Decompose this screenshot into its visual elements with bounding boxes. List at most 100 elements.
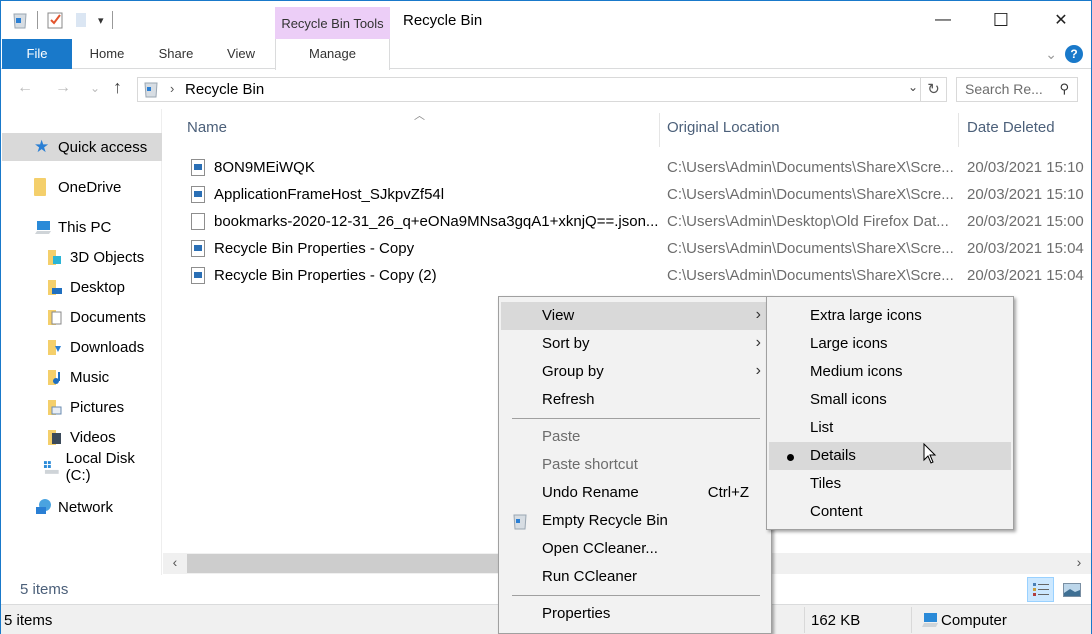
music-folder-icon xyxy=(48,370,60,385)
close-button[interactable]: ✕ xyxy=(1031,1,1091,39)
address-bar[interactable]: › Recycle Bin ⌄ ↻ xyxy=(137,77,947,102)
view-option-details[interactable]: Details xyxy=(769,442,1011,470)
search-input[interactable] xyxy=(965,81,1055,97)
context-menu: View › Sort by › Group by › Refresh Past… xyxy=(498,296,772,634)
sidebar-item-3d-objects[interactable]: 3D Objects xyxy=(2,243,162,271)
status-location: Computer xyxy=(941,612,1007,629)
column-header-date-deleted[interactable]: Date Deleted xyxy=(967,119,1055,141)
menu-item-empty-recycle-bin[interactable]: Empty Recycle Bin xyxy=(501,507,769,535)
file-date-deleted: 20/03/2021 15:04 xyxy=(967,240,1084,257)
onedrive-folder-icon xyxy=(34,178,46,196)
file-row[interactable]: 8ON9MEiWQK C:\Users\Admin\Documents\Shar… xyxy=(187,154,1091,181)
file-name: bookmarks-2020-12-31_26_q+eONa9MNsa3gqA1… xyxy=(214,213,659,230)
menu-item-label: List xyxy=(810,419,834,436)
column-header-name[interactable]: Name xyxy=(187,119,227,141)
help-icon[interactable]: ? xyxy=(1065,45,1083,63)
file-date-deleted: 20/03/2021 15:00 xyxy=(967,213,1084,230)
view-option-small-icons[interactable]: Small icons xyxy=(769,386,1011,414)
file-row[interactable]: Recycle Bin Properties - Copy C:\Users\A… xyxy=(187,235,1091,262)
search-box[interactable]: ⚲ xyxy=(956,77,1078,102)
large-icons-view-button[interactable] xyxy=(1058,577,1085,602)
view-option-medium-icons[interactable]: Medium icons xyxy=(769,358,1011,386)
view-option-large-icons[interactable]: Large icons xyxy=(769,330,1011,358)
submenu-arrow-icon: › xyxy=(755,362,761,379)
file-name: 8ON9MEiWQK xyxy=(214,159,315,176)
blank-file-icon xyxy=(191,213,205,230)
sidebar-item-label: Documents xyxy=(70,308,146,326)
menu-item-run-ccleaner[interactable]: Run CCleaner xyxy=(501,563,769,591)
sidebar-item-desktop[interactable]: Desktop xyxy=(2,273,162,301)
forward-button[interactable]: → xyxy=(55,79,71,97)
sidebar-item-documents[interactable]: Documents xyxy=(2,303,162,331)
menu-item-label: Refresh xyxy=(542,391,595,408)
details-view-button[interactable] xyxy=(1027,577,1054,602)
column-separator[interactable] xyxy=(958,113,959,147)
breadcrumb-separator-icon: › xyxy=(170,81,175,96)
column-separator[interactable] xyxy=(659,113,660,147)
search-icon[interactable]: ⚲ xyxy=(1059,81,1069,97)
documents-folder-icon xyxy=(48,310,62,325)
sidebar-item-onedrive[interactable]: OneDrive xyxy=(2,173,162,201)
sidebar-item-local-disk[interactable]: Local Disk (C:) xyxy=(2,450,162,484)
breadcrumb-recycle-bin[interactable]: Recycle Bin xyxy=(185,81,264,98)
file-row[interactable]: ApplicationFrameHost_SJkpvZf54l C:\Users… xyxy=(187,181,1091,208)
menu-item-group-by[interactable]: Group by › xyxy=(501,358,769,386)
qat-separator xyxy=(37,11,38,29)
address-dropdown-icon[interactable]: ⌄ xyxy=(908,80,918,94)
menu-item-open-ccleaner[interactable]: Open CCleaner... xyxy=(501,535,769,563)
menu-item-label: View xyxy=(542,307,575,324)
recent-locations-button[interactable]: ⌄ xyxy=(90,81,100,95)
tab-view[interactable]: View xyxy=(213,39,269,69)
view-option-tiles[interactable]: Tiles xyxy=(769,470,1011,498)
image-file-icon xyxy=(191,240,205,257)
file-row[interactable]: Recycle Bin Properties - Copy (2) C:\Use… xyxy=(187,262,1091,289)
view-option-extra-large-icons[interactable]: Extra large icons xyxy=(769,302,1011,330)
menu-item-label: Paste shortcut xyxy=(542,456,638,473)
menu-item-sort-by[interactable]: Sort by › xyxy=(501,330,769,358)
menu-item-label: Large icons xyxy=(810,335,888,352)
tab-manage[interactable]: Manage xyxy=(275,39,390,70)
minimize-button[interactable]: — xyxy=(913,1,973,39)
scroll-right-icon[interactable]: › xyxy=(1069,554,1089,570)
sidebar-item-videos[interactable]: Videos xyxy=(2,423,162,451)
sidebar-item-music[interactable]: Music xyxy=(2,363,162,391)
file-date-deleted: 20/03/2021 15:10 xyxy=(967,159,1084,176)
back-button[interactable]: ← xyxy=(17,79,33,97)
sidebar-item-this-pc[interactable]: This PC xyxy=(2,213,162,241)
scroll-left-icon[interactable]: ‹ xyxy=(165,554,185,570)
new-folder-icon[interactable] xyxy=(72,11,90,29)
sidebar-item-network[interactable]: Network xyxy=(2,493,162,521)
sidebar-item-label: Videos xyxy=(70,428,116,446)
maximize-button[interactable]: ☐ xyxy=(971,1,1031,39)
menu-item-properties[interactable]: Properties xyxy=(501,600,769,628)
refresh-button[interactable]: ↻ xyxy=(920,78,946,101)
sidebar-item-quick-access[interactable]: ★ Quick access xyxy=(2,133,162,161)
customize-qat-icon[interactable]: ▾ xyxy=(98,14,104,27)
tab-share[interactable]: Share xyxy=(147,39,205,69)
view-toggles xyxy=(1027,577,1085,602)
recycle-bin-icon xyxy=(144,82,158,98)
view-option-content[interactable]: Content xyxy=(769,498,1011,526)
properties-checkbox-icon[interactable] xyxy=(46,11,64,29)
scrollbar-thumb[interactable] xyxy=(187,554,507,573)
qat-separator xyxy=(111,11,113,29)
menu-item-undo-rename[interactable]: Undo Rename Ctrl+Z xyxy=(501,479,769,507)
column-header-original-location[interactable]: Original Location xyxy=(667,119,780,141)
menu-item-paste-shortcut: Paste shortcut xyxy=(501,451,769,479)
file-row[interactable]: bookmarks-2020-12-31_26_q+eONa9MNsa3gqA1… xyxy=(187,208,1091,235)
view-option-list[interactable]: List xyxy=(769,414,1011,442)
desktop-folder-icon xyxy=(48,280,62,295)
image-file-icon xyxy=(191,186,205,203)
expand-ribbon-icon[interactable]: ⌄ xyxy=(1045,46,1057,63)
tab-file[interactable]: File xyxy=(2,39,72,69)
menu-item-view[interactable]: View › xyxy=(501,302,769,330)
menu-item-refresh[interactable]: Refresh xyxy=(501,386,769,414)
large-icons-view-icon xyxy=(1062,582,1081,597)
sidebar-item-downloads[interactable]: Downloads xyxy=(2,333,162,361)
file-name: Recycle Bin Properties - Copy (2) xyxy=(214,267,437,284)
recycle-bin-icon[interactable] xyxy=(11,11,29,29)
tab-home[interactable]: Home xyxy=(75,39,139,69)
details-view-icon xyxy=(1032,582,1049,596)
up-button[interactable]: ↑ xyxy=(113,77,122,98)
sidebar-item-pictures[interactable]: Pictures xyxy=(2,393,162,421)
